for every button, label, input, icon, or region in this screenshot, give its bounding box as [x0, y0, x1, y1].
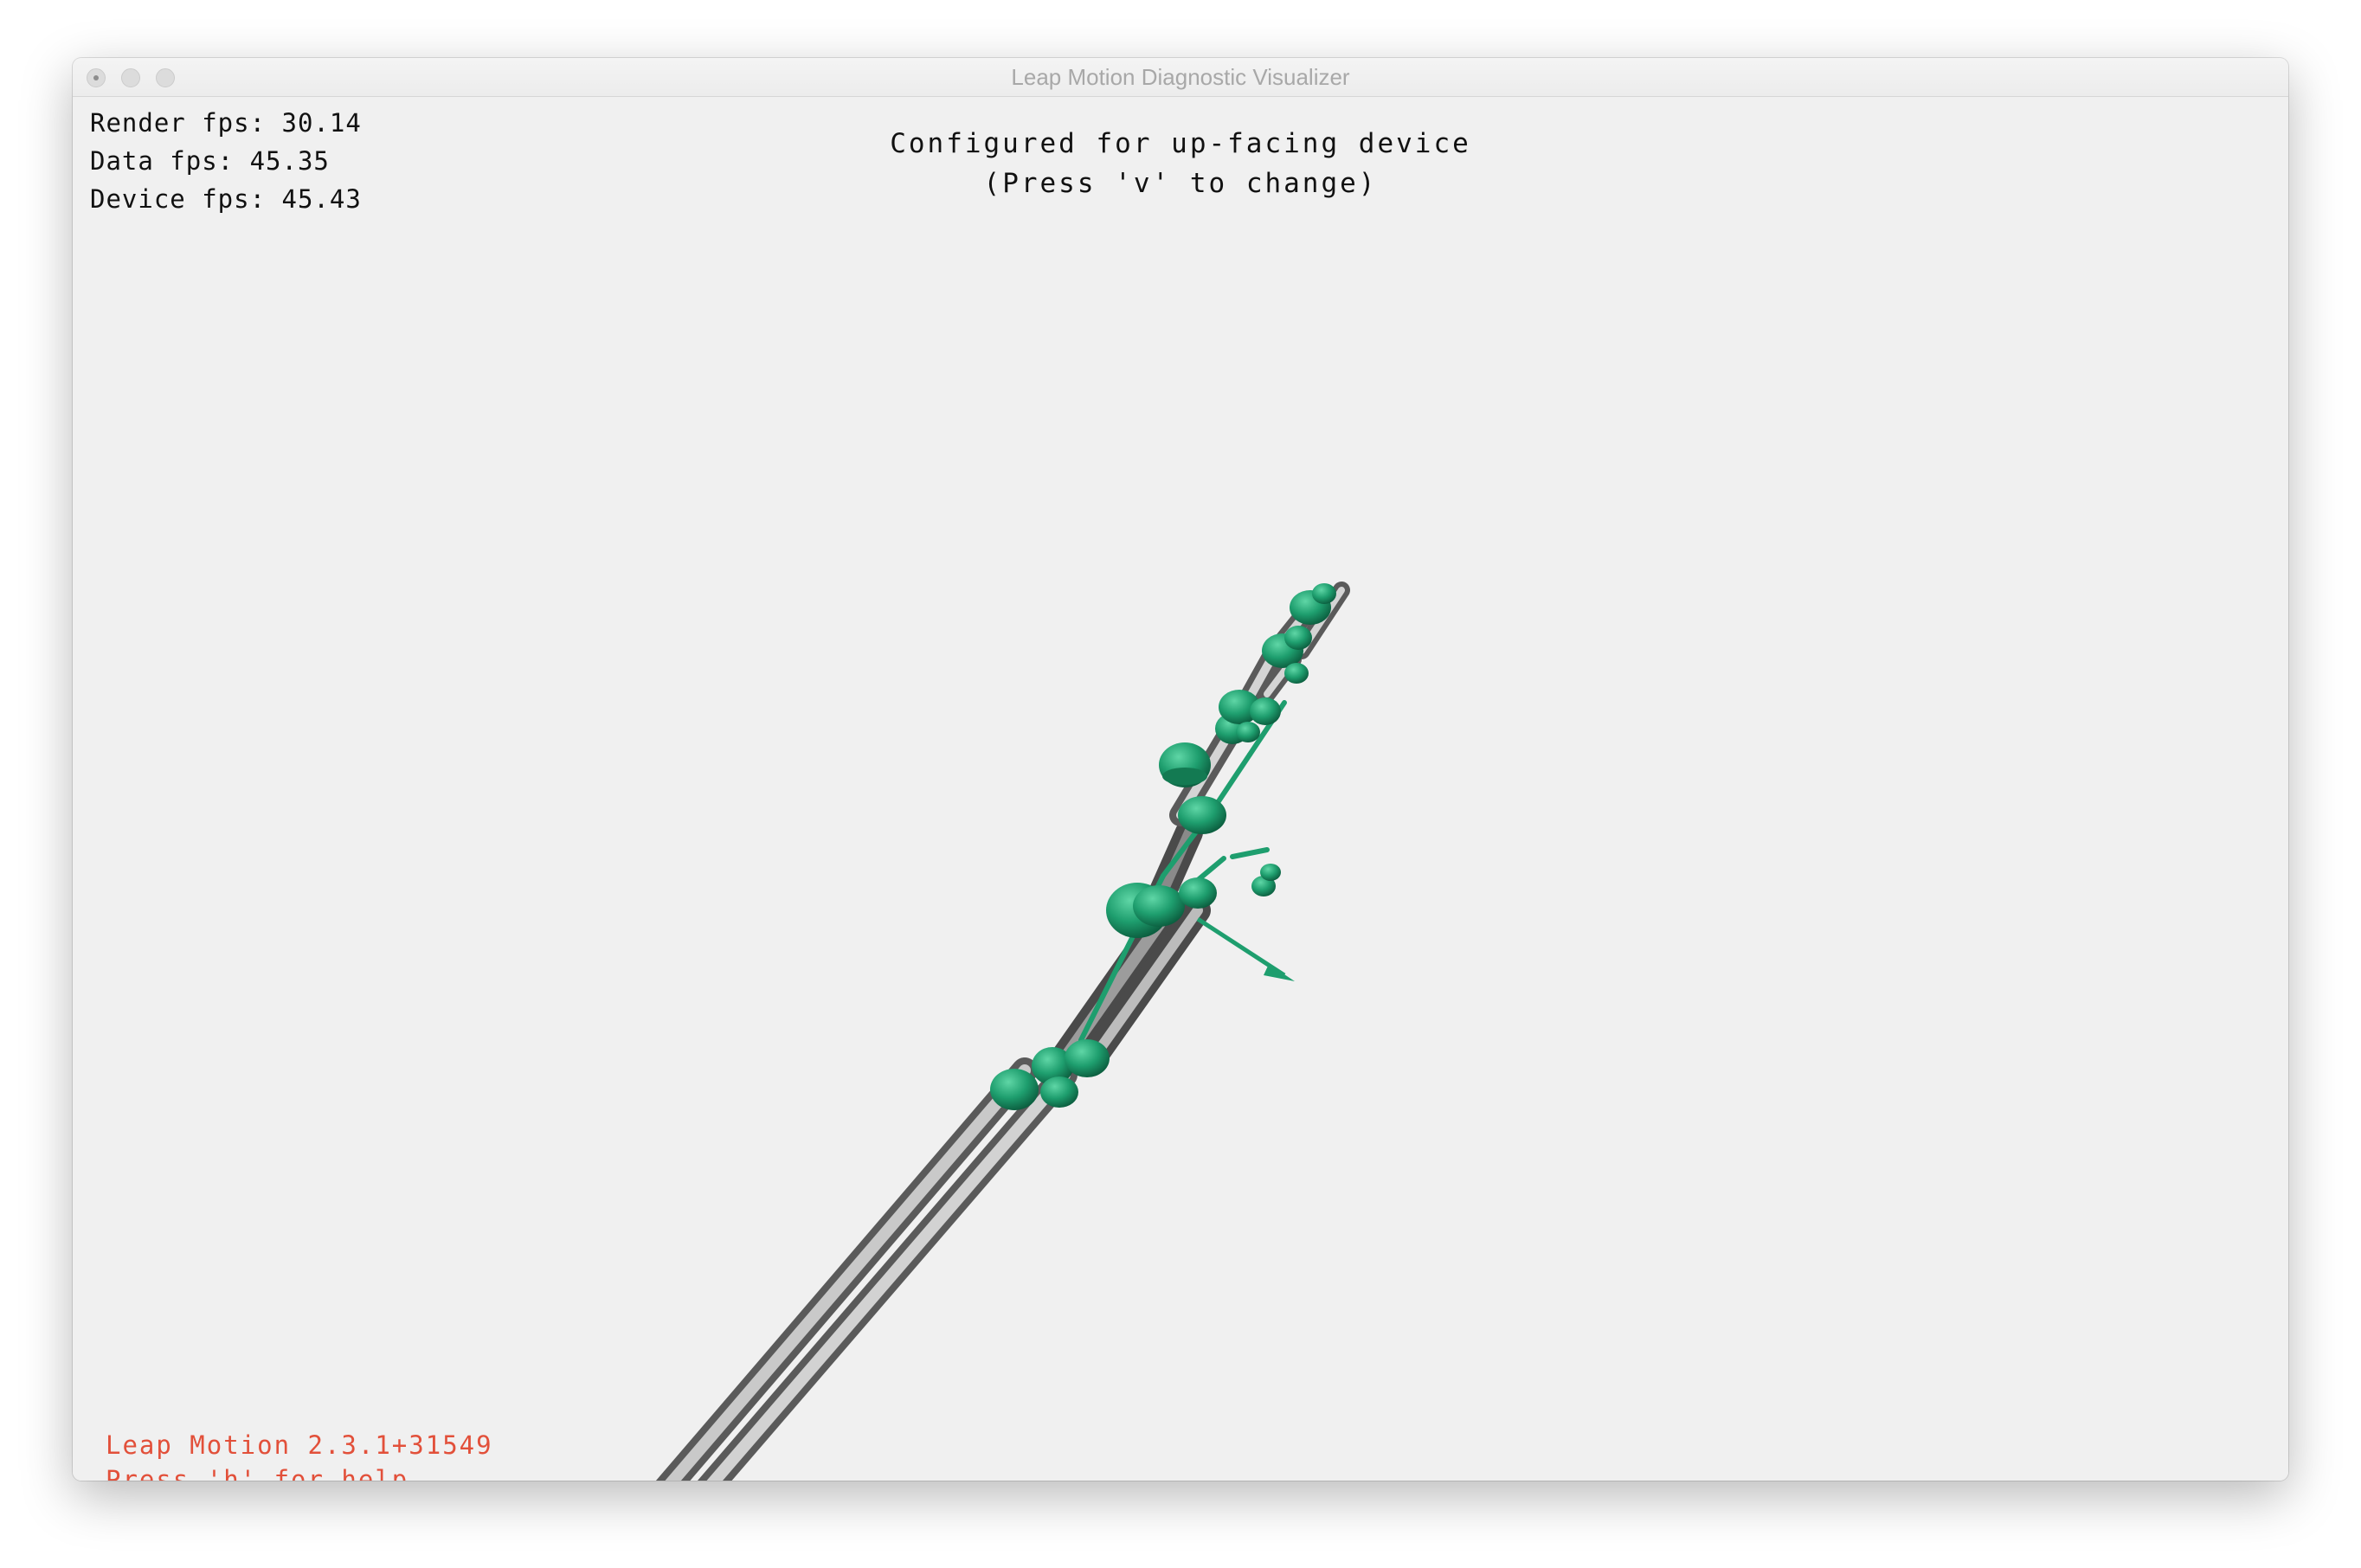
visualizer-viewport[interactable]: Render fps: 30.14 Data fps: 45.35 Device… — [73, 97, 2288, 1481]
device-orientation-notice: Configured for up-facing device (Press '… — [73, 124, 2288, 203]
palm-normal-arrow — [1196, 916, 1295, 981]
orientation-line: Configured for up-facing device — [890, 128, 1471, 159]
joints — [990, 583, 1336, 1110]
window-title: Leap Motion Diagnostic Visualizer — [1011, 64, 1350, 90]
app-window: Leap Motion Diagnostic Visualizer Render… — [73, 58, 2288, 1481]
help-hint: Press 'h' for help — [106, 1465, 409, 1481]
hand-skeleton-scene — [655, 582, 1350, 1481]
version-info: Leap Motion 2.3.1+31549 Press 'h' for he… — [106, 1428, 493, 1481]
title-bar[interactable]: Leap Motion Diagnostic Visualizer — [73, 58, 2288, 97]
orientation-hint: (Press 'v' to change) — [983, 168, 1378, 199]
forearm — [655, 1057, 1078, 1481]
version-label: Leap Motion 2.3.1+31549 — [106, 1430, 493, 1460]
